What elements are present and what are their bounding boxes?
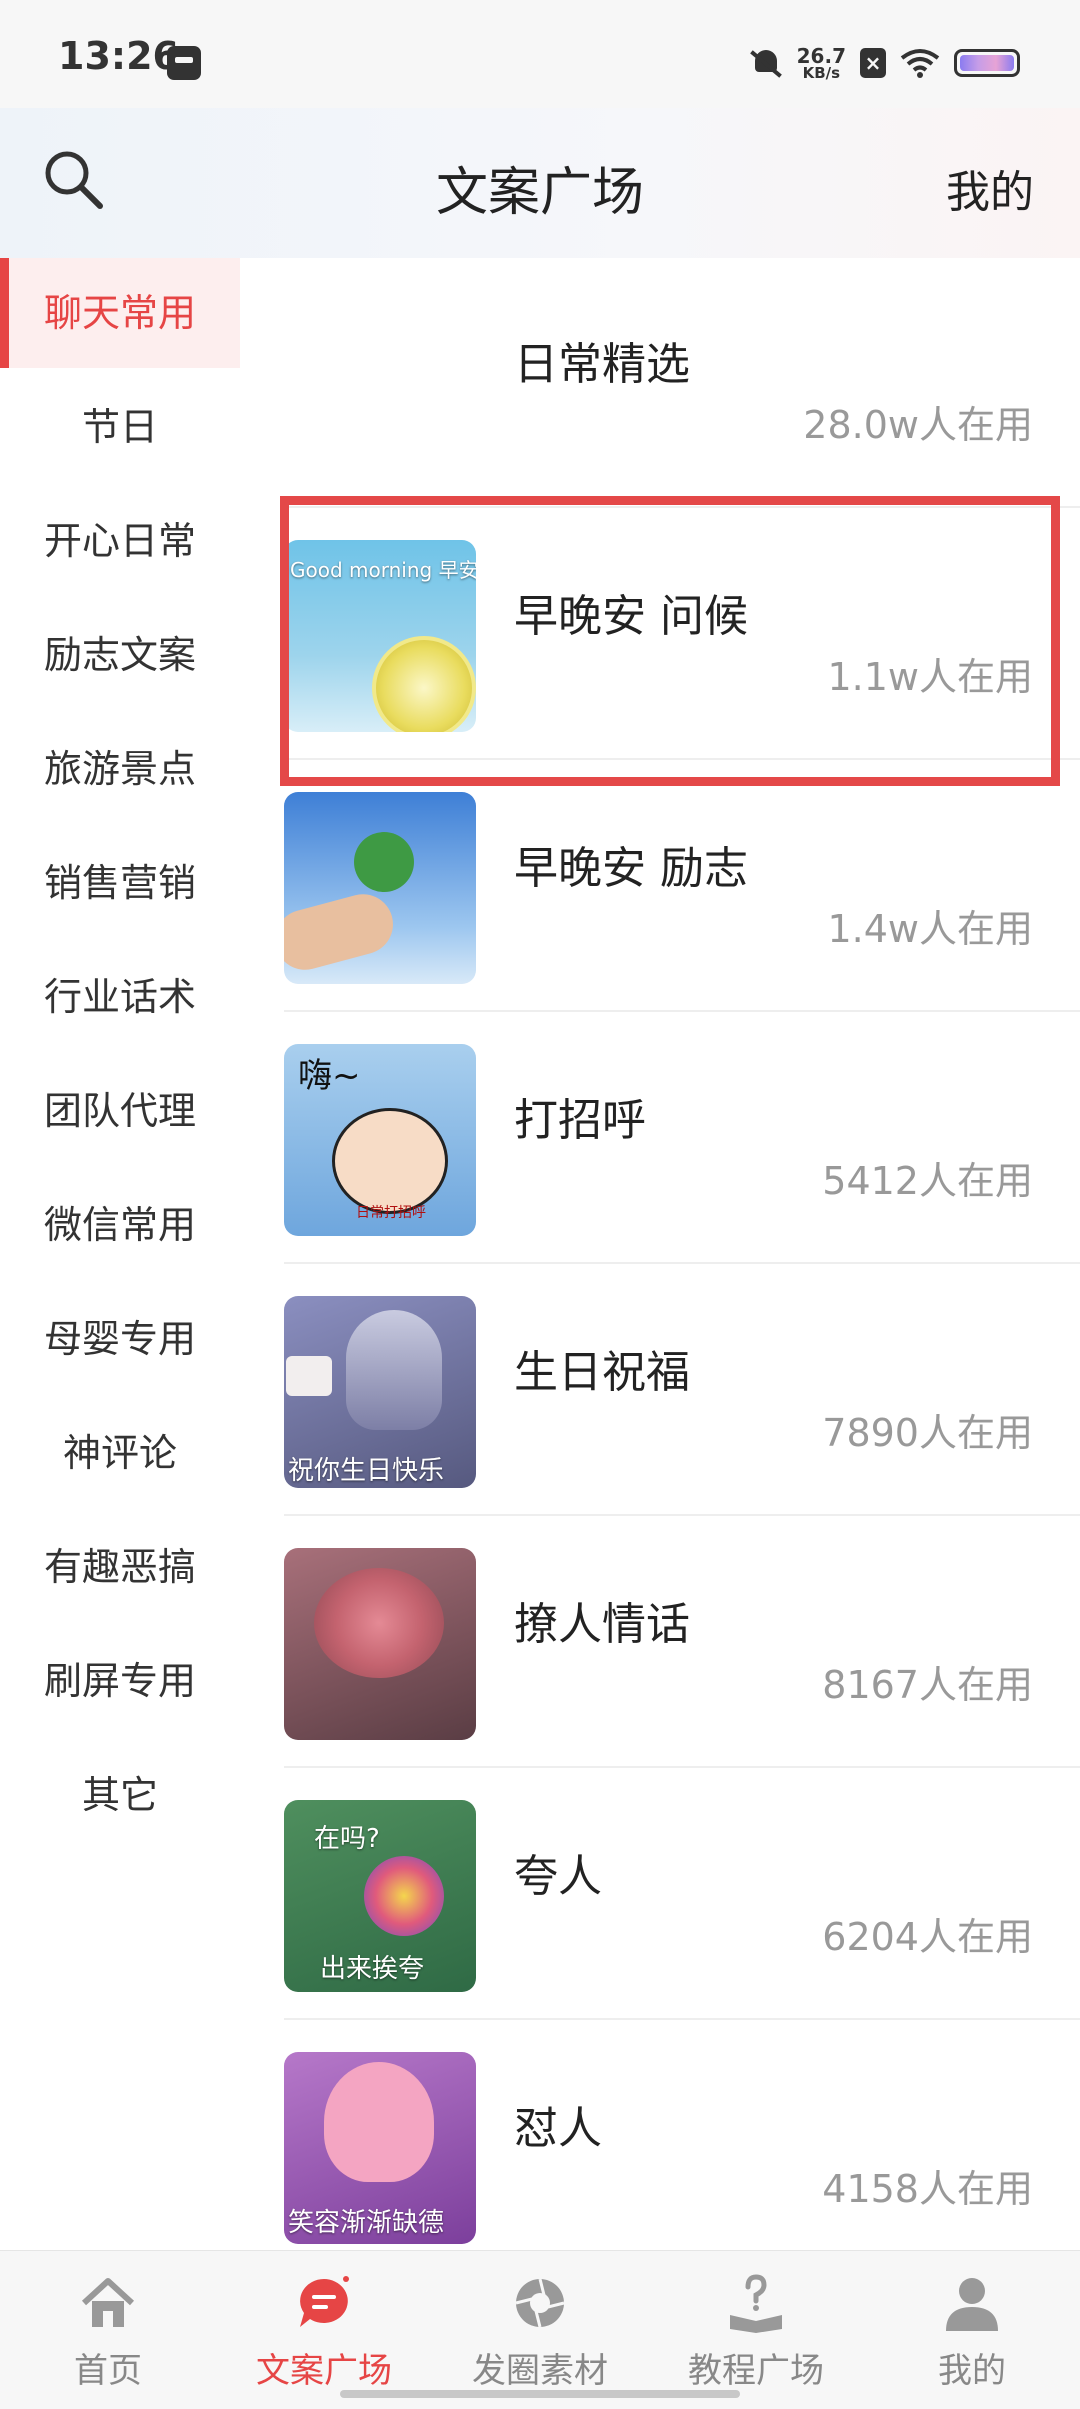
list-item[interactable]: 祝你生日快乐 生日祝福 7890人在用 [284,1266,1080,1516]
list-item-title: 早晚安 励志 [514,843,748,894]
list-item[interactable]: 撩人情话 8167人在用 [284,1518,1080,1768]
list-item-thumbnail [284,1548,476,1740]
aperture-icon [515,2278,565,2328]
list-item-thumbnail: 笑容渐渐缺德 [284,2052,476,2244]
sidebar-item-spam[interactable]: 刷屏专用 [0,1626,240,1736]
nav-copywriting-square[interactable]: 文案广场 [216,2251,432,2409]
sidebar-item-travel[interactable]: 旅游景点 [0,714,240,824]
sidebar-item-industry-scripts[interactable]: 行业话术 [0,942,240,1052]
list-item-title: 撩人情话 [514,1599,690,1650]
list-item-title: 夸人 [514,1851,602,1902]
thumb-caption: 出来挨夸 [320,1954,425,1984]
flowers-image [364,1856,444,1936]
book-question-icon [730,2274,782,2333]
list-item-count: 5412人在用 [822,1159,1033,1203]
list-item-title: 生日祝福 [514,1347,690,1398]
sidebar-item-sales[interactable]: 销售营销 [0,828,240,938]
list-item-count: 1.4w人在用 [827,907,1033,951]
hero-image [346,1310,442,1430]
sidebar-item-comments[interactable]: 神评论 [0,1398,240,1508]
status-time: 13:26 [58,34,179,78]
list-item-count: 8167人在用 [822,1663,1033,1707]
list-item[interactable]: 在吗? 出来挨夸 夸人 6204人在用 [284,1770,1080,2020]
nav-label: 文案广场 [256,2351,392,2391]
wifi-icon [900,49,940,78]
sidebar-item-wechat[interactable]: 微信常用 [0,1170,240,1280]
thumb-caption: 祝你生日快乐 [288,1456,445,1486]
mute-bell-icon [749,46,783,80]
person-icon [946,2278,998,2331]
sim-off-icon: × [860,48,886,78]
roses-image [314,1568,444,1678]
sidebar-item-funny[interactable]: 有趣恶搞 [0,1512,240,1622]
list-item-count: 28.0w人在用 [803,403,1033,447]
nav-tutorial-square[interactable]: 教程广场 [648,2251,864,2409]
thumb-caption: 笑容渐渐缺德 [288,2208,445,2238]
nav-mine[interactable]: 我的 [864,2251,1080,2409]
net-speed: 26.7 KB/s [797,46,846,81]
list-item[interactable]: 早晚安 励志 1.4w人在用 [284,762,1080,1012]
list-item-thumbnail: 祝你生日快乐 [284,1296,476,1488]
thumb-text: 嗨~ [298,1056,361,1096]
sidebar-item-team-agent[interactable]: 团队代理 [0,1056,240,1166]
thumb-text: 在吗? [314,1824,380,1854]
sidebar-item-holiday[interactable]: 节日 [0,372,240,482]
nav-moments-material[interactable]: 发圈素材 [432,2251,648,2409]
list-item-thumbnail: 嗨~ 日常打招呼 [284,1044,476,1236]
list-item[interactable]: 笑容渐渐缺德 怼人 4158人在用 [284,2022,1080,2272]
list-item-thumbnail [284,792,476,984]
list-item-title: 打招呼 [514,1095,646,1146]
category-sidebar: 聊天常用 节日 开心日常 励志文案 旅游景点 销售营销 行业话术 团队代理 微信… [0,258,240,2250]
sidebar-item-happy-daily[interactable]: 开心日常 [0,486,240,596]
chat-bubble-icon [300,2276,349,2327]
nav-label: 发圈素材 [472,2351,608,2391]
list-item-count: 7890人在用 [822,1411,1033,1455]
notification-icon [167,46,201,80]
highlight-box [280,496,1060,786]
battery-icon [954,49,1020,77]
list-item[interactable]: 日常精选 28.0w人在用 [284,258,1080,508]
sidebar-item-mother-baby[interactable]: 母婴专用 [0,1284,240,1394]
net-speed-unit: KB/s [802,63,841,82]
bottom-nav: 首页 文案广场 发圈素材 教程广场 我的 [0,2250,1080,2409]
cake-image [286,1356,332,1396]
sidebar-item-other[interactable]: 其它 [0,1740,240,1850]
sidebar-item-chat-common[interactable]: 聊天常用 [0,258,240,368]
nav-home[interactable]: 首页 [0,2251,216,2409]
list-item-count: 6204人在用 [822,1915,1033,1959]
list-item-count: 4158人在用 [822,2167,1033,2211]
status-bar: 13:26 26.7 KB/s × [0,0,1080,108]
list-item[interactable]: 嗨~ 日常打招呼 打招呼 5412人在用 [284,1014,1080,1264]
clover-image [354,832,414,892]
list-item-thumbnail: 在吗? 出来挨夸 [284,1800,476,1992]
cartoon-face-image [332,1108,448,1214]
nav-label: 教程广场 [688,2351,824,2391]
home-indicator[interactable] [340,2390,740,2398]
list-item-title: 怼人 [514,2103,602,2154]
nav-label: 我的 [938,2351,1006,2391]
peppa-image [324,2062,434,2182]
page-title: 文案广场 [435,163,644,223]
home-icon [81,2278,135,2327]
list-item-title: 日常精选 [514,339,690,390]
hand-image [284,887,400,977]
net-speed-value: 26.7 [796,43,846,68]
my-link[interactable]: 我的 [946,156,1034,220]
sidebar-item-inspiration[interactable]: 励志文案 [0,600,240,710]
status-icons: 26.7 KB/s × [749,38,1020,88]
nav-label: 首页 [74,2351,142,2391]
thumb-caption: 日常打招呼 [356,1205,426,1221]
